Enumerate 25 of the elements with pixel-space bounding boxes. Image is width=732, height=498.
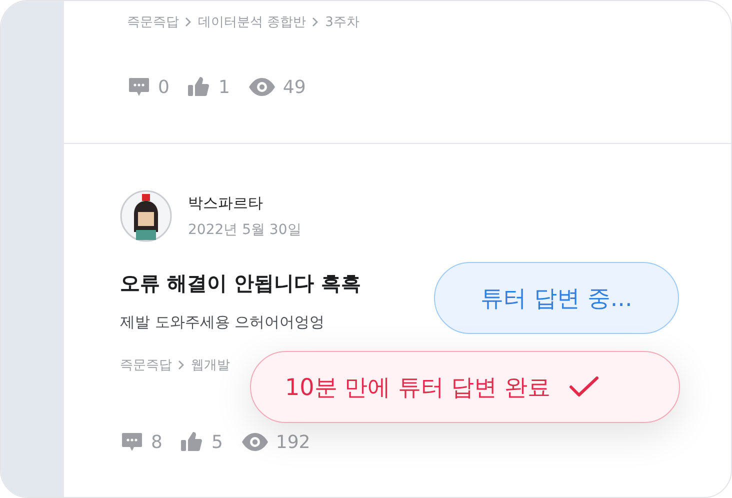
chevron-icon <box>178 360 185 370</box>
author-name: 박스파르타 <box>188 194 264 212</box>
breadcrumb-link[interactable]: 즉문즉답 <box>120 356 172 374</box>
pending-badge: 튜터 답변 중... <box>434 262 679 334</box>
view-count: 49 <box>282 76 306 98</box>
chevron-icon <box>312 17 320 27</box>
breadcrumb-link[interactable]: 웹개발 <box>191 356 230 374</box>
breadcrumb-link[interactable]: 데이터분석 종합반 <box>198 13 306 31</box>
breadcrumb-link[interactable]: 3주차 <box>325 13 360 31</box>
eye-icon <box>240 432 269 452</box>
answered-badge: 10분 만에 튜터 답변 완료 <box>250 351 680 423</box>
post-excerpt: 제발 도와주세용 으허어어엉엉 <box>120 313 326 332</box>
check-icon <box>568 376 599 398</box>
like-count: 5 <box>211 432 223 452</box>
like-count: 1 <box>218 76 230 98</box>
thumbs-up-icon <box>187 75 212 99</box>
post-date: 2022년 5월 30일 <box>188 220 302 238</box>
comment-count: 0 <box>158 76 170 98</box>
thumbs-up-icon <box>180 430 204 454</box>
eye-icon <box>248 77 276 97</box>
breadcrumb-link[interactable]: 즉문즉답 <box>127 13 179 31</box>
avatar <box>120 190 172 242</box>
view-count: 192 <box>276 432 310 452</box>
comment-count: 8 <box>151 432 162 452</box>
chevron-icon <box>185 17 192 27</box>
